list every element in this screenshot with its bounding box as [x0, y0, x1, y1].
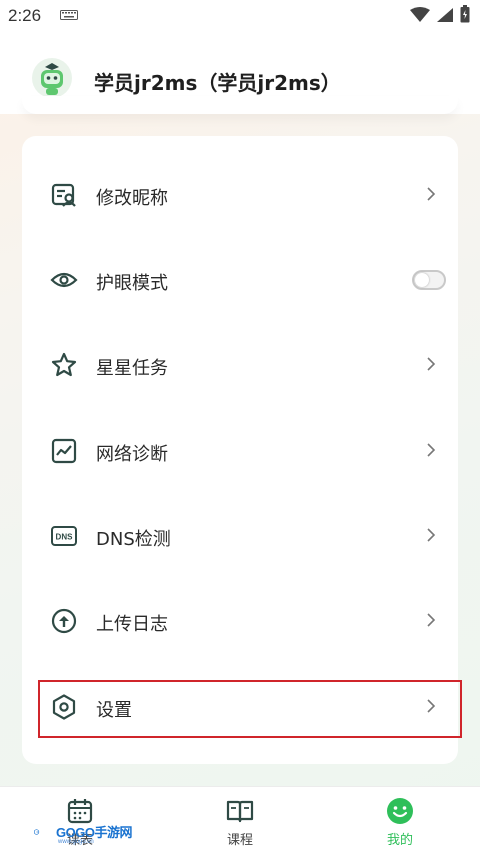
svg-text:DNS: DNS	[56, 533, 74, 542]
battery-icon	[460, 5, 470, 23]
menu-item-star-tasks[interactable]: 星星任务	[22, 335, 458, 395]
settings-hex-icon	[52, 694, 76, 720]
eye-icon	[50, 272, 78, 288]
dns-icon: DNS	[51, 526, 77, 546]
menu-item-label: 星星任务	[96, 358, 168, 379]
robot-avatar-icon[interactable]	[32, 58, 72, 98]
star-icon	[51, 352, 77, 377]
tab-courses[interactable]: 课程	[160, 787, 320, 853]
smile-icon	[387, 798, 413, 824]
menu-item-edit-nickname[interactable]: 修改昵称	[22, 165, 458, 225]
menu-item-network-diagnosis[interactable]: 网络诊断	[22, 421, 458, 481]
menu-item-label: 网络诊断	[96, 444, 168, 465]
menu-card: 修改昵称 护眼模式 星星任务 网络诊断 DNS DNS检测 上传日志 设置	[22, 136, 458, 764]
tab-mine[interactable]: 我的	[320, 787, 480, 853]
status-bar: 2:26	[0, 0, 480, 34]
tab-label: 我的	[386, 833, 413, 848]
menu-item-label: 修改昵称	[96, 188, 168, 209]
chevron-right-icon	[427, 357, 436, 371]
toggle-knob	[415, 273, 429, 287]
menu-item-dns-check[interactable]: DNS DNS检测	[22, 506, 458, 566]
username: 学员jr2ms（学员jr2ms）	[94, 71, 341, 95]
profile-card-edge	[22, 96, 458, 114]
tab-label: 课程	[226, 833, 253, 848]
book-icon	[226, 800, 254, 823]
menu-item-settings[interactable]: 设置	[22, 677, 458, 737]
menu-item-eye-care-mode[interactable]: 护眼模式	[22, 250, 458, 310]
menu-item-label: DNS检测	[96, 529, 171, 550]
chevron-right-icon	[427, 443, 436, 457]
watermark-subtext: www.gogo.cn	[58, 839, 94, 845]
edit-profile-icon	[51, 183, 76, 207]
chevron-right-icon	[427, 528, 436, 542]
chevron-right-icon	[427, 699, 436, 713]
wifi-icon	[410, 7, 430, 22]
calendar-icon	[67, 799, 93, 824]
menu-item-upload-log[interactable]: 上传日志	[22, 591, 458, 651]
menu-item-label: 设置	[96, 700, 132, 721]
menu-item-label: 护眼模式	[96, 273, 168, 294]
upload-icon	[51, 608, 77, 634]
signal-icon	[437, 8, 453, 22]
chevron-right-icon	[427, 187, 436, 201]
chevron-right-icon	[427, 613, 436, 627]
menu-item-label: 上传日志	[96, 614, 168, 635]
eye-care-toggle[interactable]	[412, 270, 446, 290]
keyboard-icon	[60, 10, 78, 20]
gogo-logo-icon	[34, 829, 40, 835]
network-chart-icon	[51, 438, 77, 464]
status-time: 2:26	[8, 6, 42, 25]
